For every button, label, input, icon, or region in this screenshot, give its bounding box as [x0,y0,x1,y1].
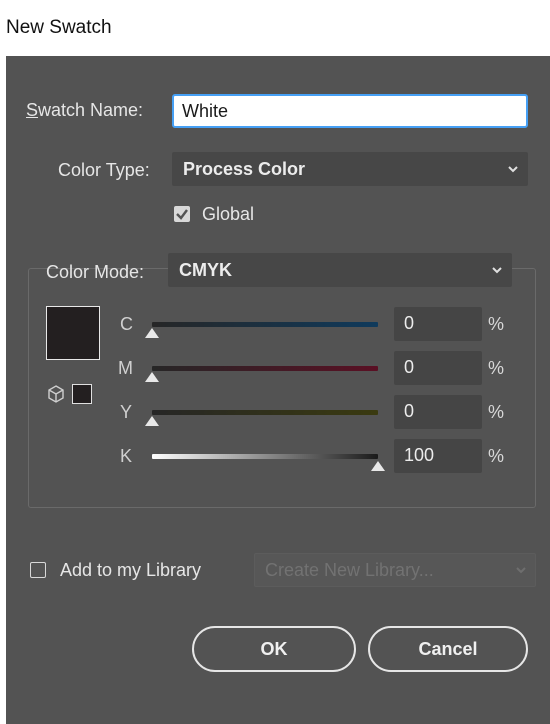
chevron-down-icon [492,267,502,274]
library-select: Create New Library... [254,553,536,587]
channel-y-slider[interactable] [152,410,378,415]
swatch-name-input[interactable] [172,94,528,128]
channel-m-unit: % [488,358,505,378]
channel-k-slider[interactable] [152,454,378,459]
channel-c-letter: C [120,314,133,334]
channel-c-value: 0 [404,313,415,333]
channel-k-value: 100 [404,445,435,465]
channel-c-slider[interactable] [152,322,378,327]
cancel-button[interactable]: Cancel [368,626,528,672]
channel-c-input[interactable]: 0 [394,307,482,341]
dialog-title: New Swatch [6,17,112,38]
channel-k-thumb[interactable] [371,461,385,471]
checkmark-icon [176,209,188,220]
color-type-value: Process Color [183,159,306,179]
channel-m-value: 0 [404,357,415,377]
chevron-down-icon [516,567,526,574]
color-preview-swatch [46,306,100,360]
library-select-placeholder: Create New Library... [265,560,434,580]
channel-y-letter: Y [120,402,133,422]
color-mode-select[interactable]: CMYK [168,253,512,287]
color-type-label: Color Type: [58,160,150,180]
ok-button[interactable]: OK [192,626,356,672]
web-safe-swatch[interactable] [72,384,92,404]
chevron-down-icon [508,166,518,173]
add-to-library-checkbox[interactable] [30,562,46,578]
channel-y-value: 0 [404,401,415,421]
global-checkbox[interactable] [174,206,190,222]
new-swatch-dialog: Swatch Name: Color Type: Process Color G… [6,56,550,724]
channel-k-letter: K [120,446,133,466]
color-mode-value: CMYK [179,260,232,280]
channel-k-input[interactable]: 100 [394,439,482,473]
channel-y-input[interactable]: 0 [394,395,482,429]
swatch-name-label-text: watch Name: [38,100,144,120]
channel-m-letter: M [118,358,133,378]
add-to-library-label: Add to my Library [60,560,202,580]
channel-m-input[interactable]: 0 [394,351,482,385]
channel-c-thumb[interactable] [145,328,159,338]
channel-y-thumb[interactable] [145,416,159,426]
cube-icon[interactable] [48,385,64,403]
channel-m-slider[interactable] [152,366,378,371]
color-type-select[interactable]: Process Color [172,152,528,186]
channel-m-thumb[interactable] [145,372,159,382]
color-mode-label: Color Mode: [46,262,145,282]
channel-c-unit: % [488,314,505,334]
swatch-name-label: Swatch Name: [26,100,144,120]
channel-y-unit: % [488,402,505,422]
channel-k-unit: % [488,446,505,466]
title-bar: New Swatch [0,0,550,56]
global-label: Global [202,204,255,224]
